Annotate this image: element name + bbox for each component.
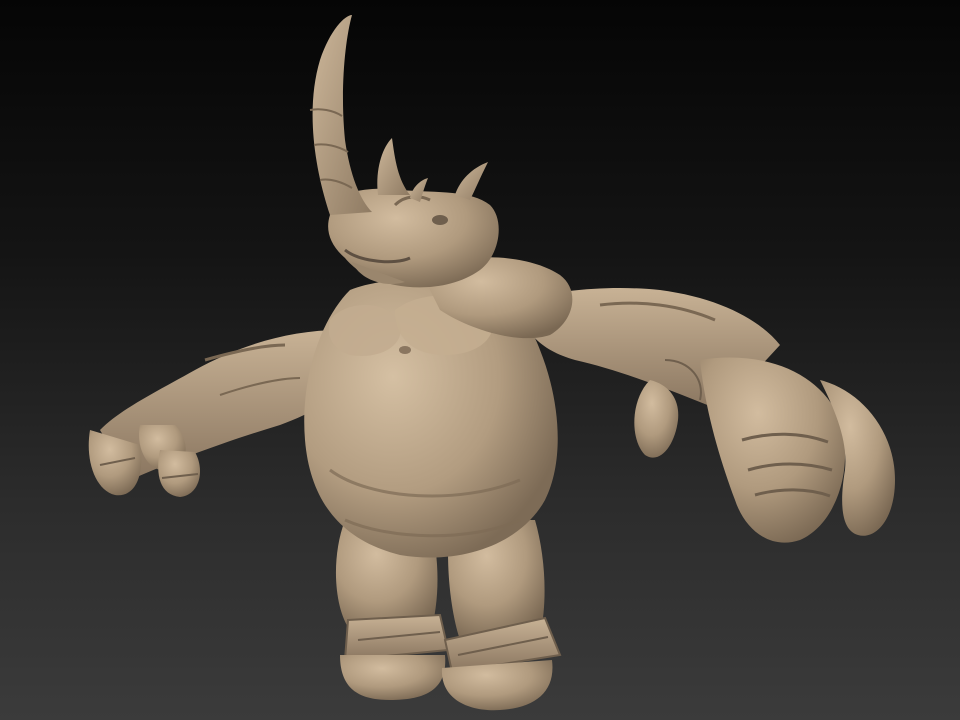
back-horn (455, 162, 488, 200)
sculpt-viewport (0, 0, 960, 720)
eye (432, 215, 448, 225)
rhino-creature-sculpt (88, 15, 895, 711)
arm-right (520, 288, 895, 543)
small-horn (377, 138, 410, 195)
nipple (399, 346, 411, 354)
